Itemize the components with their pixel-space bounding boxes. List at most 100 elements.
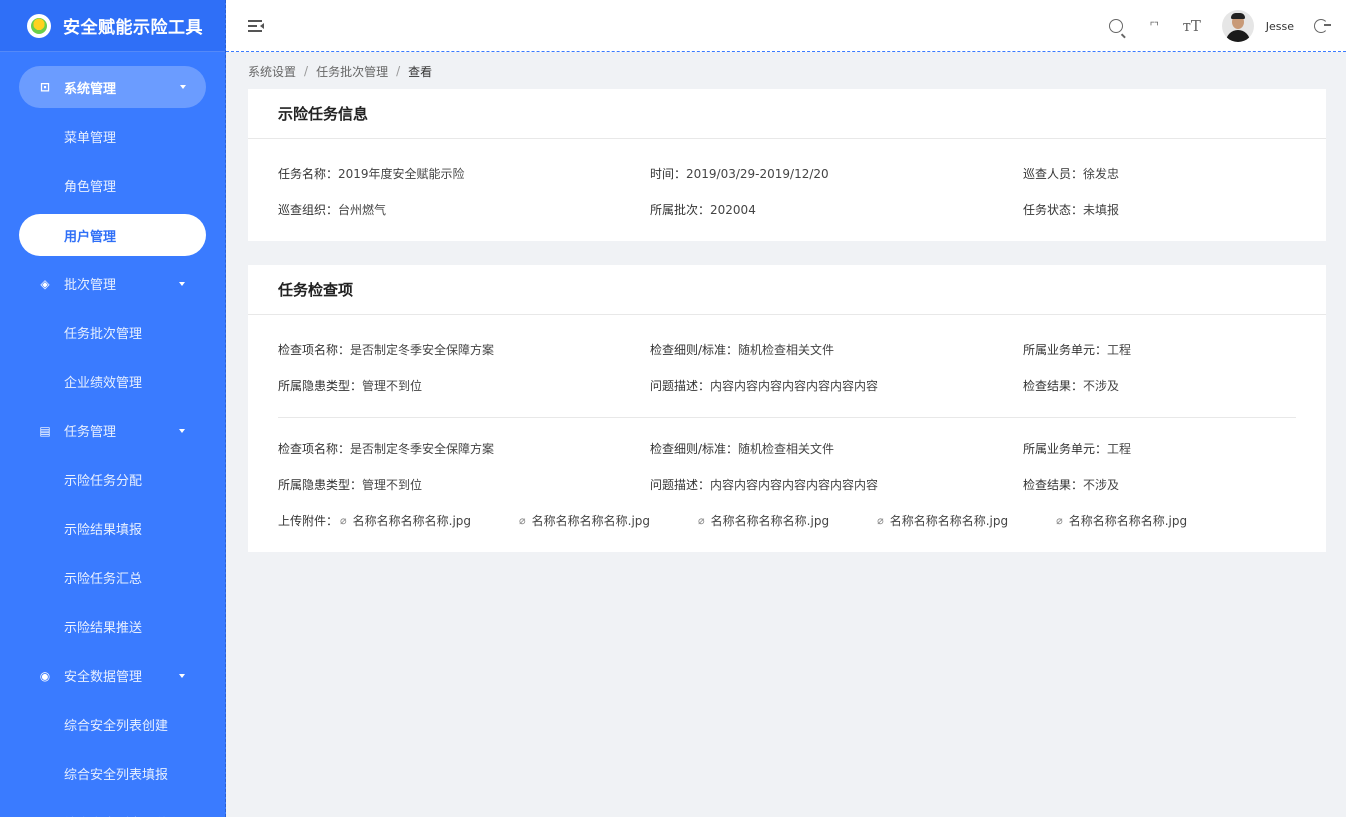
avatar[interactable] [1221, 10, 1254, 42]
attachments-row: 上传附件： ⌀ 名称名称名称名称.jpg ⌀ 名称名称名称名称.jpg ⌀ 名称名称名称名称… [278, 502, 1296, 538]
field-label: 任务名称： [278, 166, 339, 181]
sidebar-item-label: 示险结果填报 [64, 523, 143, 538]
sidebar-group[interactable]: ◈ 批次管理 [0, 259, 225, 308]
chevron-down-icon [180, 85, 186, 89]
task-info-body: 任务名称：2019年度安全赋能示险 时间：2019/03/29-2019/12/2… [248, 139, 1326, 241]
field-value: 未填报 [1083, 202, 1120, 217]
info-row: 所属隐患类型：管理不到位 问题描述：内容内容内容内容内容内容内容 检查结果：不涉及 [278, 367, 1296, 403]
info-field: 检查细则/标准：随机检查相关文件 [650, 341, 1023, 358]
username[interactable]: Jesse [1266, 20, 1294, 33]
attachment-link[interactable]: ⌀ 名称名称名称名称.jpg [877, 512, 1008, 529]
breadcrumb-item[interactable]: 系统设置 [248, 63, 296, 80]
task-info-card: 示险任务信息 任务名称：2019年度安全赋能示险 时间：2019/03/29-20… [248, 89, 1326, 241]
field-label: 所属隐患类型： [278, 477, 363, 492]
info-field: 任务状态：未填报 [1023, 201, 1296, 218]
paperclip-icon: ⌀ [1056, 513, 1063, 527]
sidebar-item-label: 系统管理 [64, 81, 117, 97]
sidebar-item-label: 综合安全列表创建 [64, 719, 169, 734]
sidebar-item-label: 角色管理 [64, 180, 117, 195]
info-field: 所属批次：202004 [650, 201, 1023, 218]
chevron-down-icon [179, 673, 185, 678]
main-content: 系统设置 / 任务批次管理 / 查看 示险任务信息 任务名称：2019年度安全赋… [226, 53, 1346, 817]
field-label: 检查结果： [1023, 378, 1084, 393]
fullscreen-icon[interactable]: ⌜⌝ [1144, 16, 1164, 36]
sidebar-item[interactable]: 示险结果填报 [0, 504, 225, 553]
attachment-link[interactable]: ⌀ 名称名称名称名称.jpg [1056, 512, 1187, 529]
info-row: 检查项名称：是否制定冬季安全保障方案 检查细则/标准：随机检查相关文件 所属业务单元… [278, 331, 1296, 367]
sidebar-menu: ⊡ 系统管理 菜单管理 角色管理 用户管理 ◈ 批次管理 任务批次管理 企业绩效管理 ▤ 任务管理示… [0, 52, 225, 817]
attachment-filename: 名称名称名称名称.jpg [1068, 513, 1188, 528]
sidebar-item[interactable]: 示险任务汇总 [0, 553, 225, 602]
attachment-link[interactable]: ⌀ 名称名称名称名称.jpg [340, 512, 471, 529]
breadcrumb-separator: / [396, 64, 401, 78]
info-field: 检查细则/标准：随机检查相关文件 [650, 440, 1023, 457]
sidebar-item[interactable]: 用户管理 [19, 214, 206, 256]
field-value: 是否制定冬季安全保障方案 [350, 342, 495, 357]
sidebar-item[interactable]: 示险结果推送 [0, 602, 225, 651]
info-field: 所属业务单元：工程 [1023, 440, 1296, 457]
sidebar-item[interactable]: 任务批次管理 [0, 308, 225, 357]
brand: 安全赋能示险工具 [0, 0, 225, 52]
info-field: 所属业务单元：工程 [1023, 341, 1296, 358]
field-label: 任务状态： [1023, 202, 1084, 217]
search-icon[interactable] [1106, 16, 1126, 36]
field-label: 所属业务单元： [1023, 342, 1108, 357]
info-field: 所属隐患类型：管理不到位 [278, 476, 650, 493]
system-icon: ⊡ [39, 80, 51, 94]
sidebar-item-label: 用户管理 [64, 229, 117, 245]
app-logo [27, 13, 51, 38]
info-row: 所属隐患类型：管理不到位 问题描述：内容内容内容内容内容内容内容 检查结果：不涉及 [278, 466, 1296, 502]
header-actions: ⌜⌝ тT Jesse [1088, 0, 1331, 52]
sidebar-item[interactable]: 综合安全列表填报 [0, 749, 225, 798]
field-value: 2019年度安全赋能示险 [338, 166, 465, 181]
field-label: 所属批次： [650, 202, 711, 217]
field-label: 所属业务单元： [1023, 441, 1108, 456]
sidebar-item[interactable]: 企业绩效管理 [0, 357, 225, 406]
field-label: 巡查组织： [278, 202, 339, 217]
info-field: 所属隐患类型：管理不到位 [278, 377, 650, 394]
attachments-label: 上传附件： [278, 513, 339, 528]
attachment-filename: 名称名称名称名称.jpg [531, 513, 651, 528]
sidebar: 安全赋能示险工具 ⊡ 系统管理菜单管理角色管理用户管理 ◈ 批次管理任务批次管理 企业绩… [0, 0, 226, 817]
sidebar-item-label: 综合安全列表填报 [64, 768, 169, 783]
breadcrumb-separator: / [304, 64, 309, 78]
menu-fold-icon[interactable] [248, 19, 264, 32]
attachment-link[interactable]: ⌀ 名称名称名称名称.jpg [519, 512, 650, 529]
sidebar-item[interactable]: 菜单管理 [0, 112, 225, 161]
info-row: 检查项名称：是否制定冬季安全保障方案 检查细则/标准：随机检查相关文件 所属业务单元… [278, 430, 1296, 466]
font-size-icon[interactable]: тT [1182, 16, 1202, 36]
field-label: 问题描述： [650, 477, 711, 492]
info-field: 检查结果：不涉及 [1023, 377, 1296, 394]
info-field: 巡查组织：台州燃气 [278, 201, 650, 218]
logout-icon[interactable] [1314, 19, 1331, 33]
attachment-link[interactable]: ⌀ 名称名称名称名称.jpg [698, 512, 829, 529]
sidebar-group[interactable]: ⊡ 系统管理 [19, 66, 206, 108]
field-label: 问题描述： [650, 378, 711, 393]
paperclip-icon: ⌀ [698, 513, 705, 527]
sidebar-item[interactable]: 角色管理 [0, 161, 225, 210]
layers-icon: ◈ [40, 276, 50, 291]
paperclip-icon: ⌀ [340, 513, 347, 527]
field-value: 是否制定冬季安全保障方案 [350, 441, 495, 456]
sidebar-item-label: 菜单管理 [64, 131, 117, 146]
field-value: 2019/03/29-2019/12/20 [686, 166, 829, 181]
chevron-down-icon [179, 281, 185, 286]
sidebar-item[interactable]: 示险任务分配 [0, 455, 225, 504]
sidebar-item-label: 示险结果推送 [64, 621, 143, 636]
top-header: ⌜⌝ тT Jesse [226, 0, 1346, 52]
paperclip-icon: ⌀ [877, 513, 884, 527]
sidebar-item[interactable]: 综合安全列表汇总 [0, 798, 225, 817]
sidebar-group[interactable]: ▤ 任务管理 [0, 406, 225, 455]
sidebar-item-label: 批次管理 [64, 278, 117, 293]
check-items-body: 检查项名称：是否制定冬季安全保障方案 检查细则/标准：随机检查相关文件 所属业务单元… [248, 315, 1326, 552]
field-value: 工程 [1107, 441, 1132, 456]
sidebar-item[interactable]: 综合安全列表创建 [0, 700, 225, 749]
field-label: 巡查人员： [1023, 166, 1084, 181]
info-field: 巡查人员：徐发忠 [1023, 165, 1296, 182]
field-label: 检查细则/标准： [650, 342, 739, 357]
sidebar-group[interactable]: ◉ 安全数据管理 [0, 651, 225, 700]
breadcrumb-item[interactable]: 任务批次管理 [316, 63, 388, 80]
field-value: 台州燃气 [338, 202, 387, 217]
field-value: 内容内容内容内容内容内容内容 [710, 477, 879, 492]
task-info-title: 示险任务信息 [248, 89, 1326, 139]
